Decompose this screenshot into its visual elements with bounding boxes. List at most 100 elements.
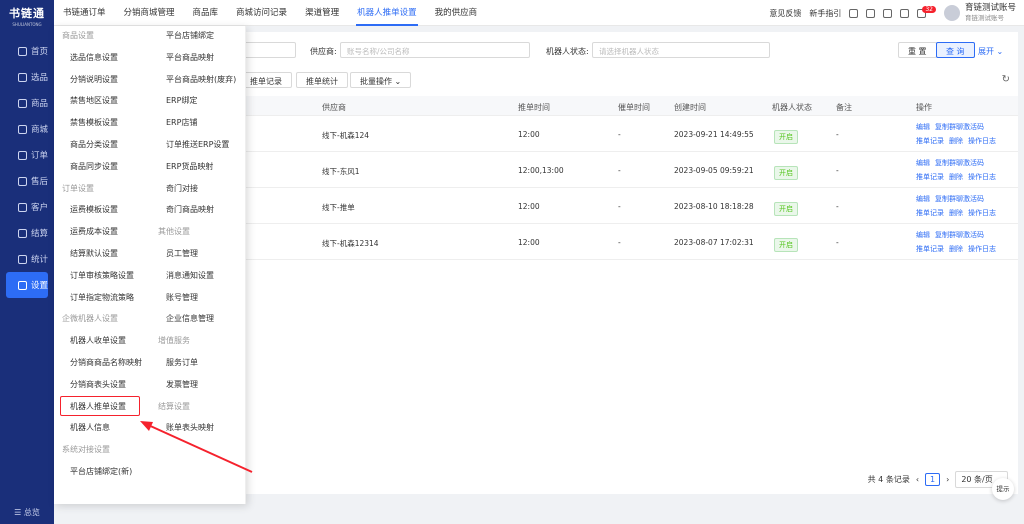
menu-item[interactable]: 企业信息管理	[166, 313, 214, 324]
menu-item[interactable]: 机器人收单设置	[70, 335, 126, 346]
menu-item[interactable]: 消息通知设置	[166, 270, 214, 281]
sidebar-item-select[interactable]: 选品	[6, 64, 48, 90]
upload-icon[interactable]	[849, 8, 859, 18]
record-link[interactable]: 推单记录	[916, 209, 944, 217]
log-link[interactable]: 操作日志	[968, 245, 996, 253]
sidebar-item-goods[interactable]: 商品	[6, 90, 48, 116]
record-link[interactable]: 推单记录	[916, 173, 944, 181]
copy-code-link[interactable]: 复制群聊激活码	[935, 231, 984, 239]
menu-item[interactable]: 服务订单	[166, 357, 198, 368]
menu-item[interactable]: 分销商表头设置	[70, 379, 126, 390]
diamond-icon[interactable]	[866, 8, 876, 18]
expand-link[interactable]: 展开 ⌄	[978, 46, 1003, 57]
menu-item[interactable]: 选品信息设置	[70, 52, 118, 63]
menu-item[interactable]: 禁售模板设置	[70, 117, 118, 128]
cell-urge: -	[618, 166, 621, 175]
push-record-button[interactable]: 推单记录	[240, 72, 292, 88]
refresh-icon[interactable]: ↻	[1002, 74, 1010, 85]
delete-link[interactable]: 删除	[949, 137, 963, 145]
avatar[interactable]	[943, 5, 960, 21]
record-link[interactable]: 推单记录	[916, 137, 944, 145]
menu-item[interactable]: 奇门对接	[166, 183, 198, 194]
push-stats-button[interactable]: 推单统计	[296, 72, 348, 88]
copy-code-link[interactable]: 复制群聊激活码	[935, 123, 984, 131]
menu-item[interactable]: ERP店铺	[166, 117, 197, 128]
menu-item[interactable]: 平台店铺绑定(新)	[70, 466, 132, 477]
col-push-time[interactable]: 推单时间	[518, 102, 550, 113]
app-logo[interactable]: 书链通 SHULIANTONG	[0, 0, 54, 28]
tab-distribution[interactable]: 分销商城管理	[115, 0, 184, 26]
copy-code-link[interactable]: 复制群聊激活码	[935, 195, 984, 203]
sidebar-item-home[interactable]: 首页	[6, 38, 48, 64]
menu-item[interactable]: 商品同步设置	[70, 161, 118, 172]
log-link[interactable]: 操作日志	[968, 173, 996, 181]
log-link[interactable]: 操作日志	[968, 137, 996, 145]
menu-item[interactable]: 分销说明设置	[70, 74, 118, 85]
delete-link[interactable]: 删除	[949, 245, 963, 253]
menu-item[interactable]: 商品分类设置	[70, 139, 118, 150]
menu-item[interactable]: ERP绑定	[166, 95, 197, 106]
headset-icon[interactable]	[883, 8, 893, 18]
menu-item: 系统对接设置	[62, 445, 110, 455]
search-input[interactable]	[240, 42, 296, 58]
cell-created: 2023-09-05 09:59:21	[674, 166, 754, 175]
prev-page-icon[interactable]: ‹	[916, 475, 919, 484]
sidebar-item-mall[interactable]: 商城	[6, 116, 48, 142]
menu-item[interactable]: 运费模板设置	[70, 204, 118, 215]
col-note: 备注	[836, 103, 852, 112]
next-page-icon[interactable]: ›	[946, 475, 949, 484]
edit-link[interactable]: 编辑	[916, 123, 930, 131]
record-link[interactable]: 推单记录	[916, 245, 944, 253]
log-link[interactable]: 操作日志	[968, 209, 996, 217]
delete-link[interactable]: 删除	[949, 173, 963, 181]
settings-dropdown-menu: 商品设置 选品信息设置 分销说明设置 禁售地区设置 禁售模板设置 商品分类设置 商品同步设置…	[54, 26, 246, 504]
copy-code-link[interactable]: 复制群聊激活码	[935, 159, 984, 167]
menu-item[interactable]: 平台商品映射	[166, 52, 214, 63]
tab-channel[interactable]: 渠道管理	[296, 0, 348, 26]
menu-item[interactable]: 员工管理	[166, 248, 198, 259]
delete-link[interactable]: 删除	[949, 209, 963, 217]
menu-item[interactable]: 订单审核策略设置	[70, 270, 134, 281]
feedback-link[interactable]: 意见反馈	[769, 8, 801, 19]
tab-my-supplier[interactable]: 我的供应商	[426, 0, 487, 26]
account-info[interactable]: 育链测试账号 育链测试账号	[965, 3, 1016, 23]
menu-item[interactable]: 结算默认设置	[70, 248, 118, 259]
sidebar-overview[interactable]: ☰ 总览	[0, 507, 54, 518]
menu-item[interactable]: ERP货品映射	[166, 161, 213, 172]
edit-link[interactable]: 编辑	[916, 231, 930, 239]
tab-visit-log[interactable]: 商城访问记录	[227, 0, 296, 26]
tab-orders[interactable]: 书链通订单	[54, 0, 115, 26]
menu-item[interactable]: 奇门商品映射	[166, 204, 214, 215]
menu-item[interactable]: 订单推送ERP设置	[166, 139, 229, 150]
menu-item[interactable]: 订单指定物流策略	[70, 292, 134, 303]
sidebar-item-customer[interactable]: 客户	[6, 194, 48, 220]
menu-item[interactable]: 运费成本设置	[70, 226, 118, 237]
menu-item[interactable]: 机器人信息	[70, 422, 110, 433]
menu-item[interactable]: 账号管理	[166, 292, 198, 303]
tab-goods-lib[interactable]: 商品库	[184, 0, 228, 26]
edit-link[interactable]: 编辑	[916, 159, 930, 167]
robot-status-select[interactable]: 请选择机器人状态	[592, 42, 770, 58]
menu-item[interactable]: 禁售地区设置	[70, 95, 118, 106]
sidebar-item-settings[interactable]: 设置	[6, 272, 48, 298]
guide-link[interactable]: 新手指引	[809, 8, 841, 19]
menu-item[interactable]: 平台店铺绑定	[166, 30, 214, 41]
menu-item[interactable]: 发票管理	[166, 379, 198, 390]
menu-item[interactable]: 分销商商品名称映射	[70, 357, 142, 368]
query-button[interactable]: 查 询	[936, 42, 975, 58]
doc-icon[interactable]	[900, 8, 910, 18]
supplier-input[interactable]: 账号名称/公司名称	[340, 42, 530, 58]
sidebar-item-aftersale[interactable]: 售后	[6, 168, 48, 194]
sidebar-item-stats[interactable]: 统计	[6, 246, 48, 272]
tab-robot-push[interactable]: 机器人推单设置	[348, 0, 426, 26]
total-count: 共 4 条记录	[867, 475, 910, 484]
menu-item[interactable]: 平台商品映射(废弃)	[166, 74, 236, 85]
sidebar-item-settle[interactable]: 结算	[6, 220, 48, 246]
page-1-button[interactable]: 1	[925, 473, 941, 486]
menu-item[interactable]: 账单表头映射	[166, 422, 214, 433]
edit-link[interactable]: 编辑	[916, 195, 930, 203]
sidebar-item-order[interactable]: 订单	[6, 142, 48, 168]
help-button[interactable]: 提示	[992, 478, 1014, 500]
reset-button[interactable]: 重 置	[898, 42, 937, 58]
batch-button[interactable]: 批量操作 ⌄	[350, 72, 412, 88]
